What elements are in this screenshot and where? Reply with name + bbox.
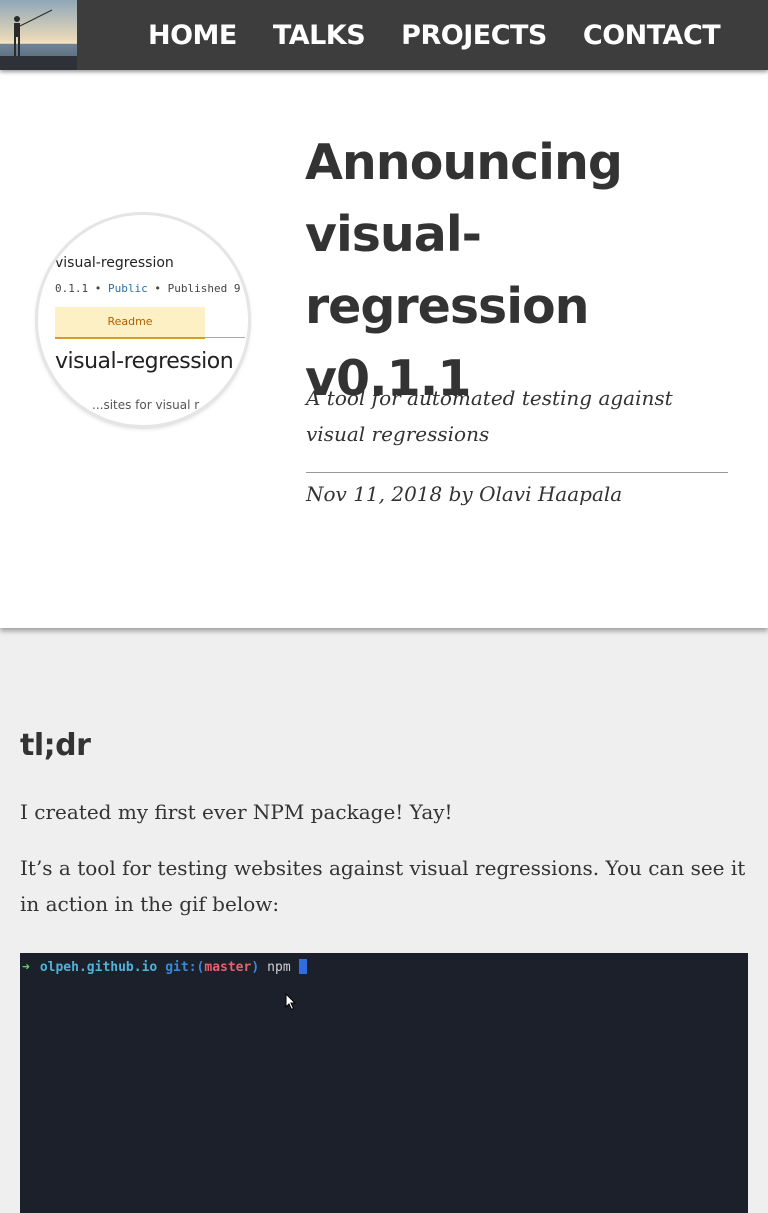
section-heading-tldr: tl;dr (20, 728, 91, 763)
header-divider (306, 472, 728, 473)
paragraph: I created my first ever NPM package! Yay… (20, 800, 453, 824)
post-meta: Nov 11, 2018 by Olavi Haapala (306, 482, 623, 506)
thumbnail-heading: visual-regression (55, 349, 234, 374)
nav-contact-link[interactable]: CONTACT (565, 20, 738, 51)
mouse-pointer-icon (285, 993, 297, 1011)
post-thumbnail-image: visual-regression 0.1.1 • Public • Publi… (38, 215, 248, 425)
thumbnail-readme-tab: Readme (55, 307, 205, 339)
nav-home-link[interactable]: HOME (130, 20, 255, 51)
thumbnail-fragment: ...sites for visual r (92, 398, 200, 412)
nav-talks-link[interactable]: TALKS (255, 20, 383, 51)
post-header: visual-regression 0.1.1 • Public • Publi… (0, 70, 768, 628)
post-subtitle: A tool for automated testing against vis… (306, 386, 673, 446)
top-navigation-bar: HOME TALKS PROJECTS CONTACT (0, 0, 768, 70)
post-title: Announcing visual-regression v0.1.1 (305, 134, 623, 407)
site-logo-image[interactable] (0, 0, 77, 70)
nav-links: HOME TALKS PROJECTS CONTACT (130, 0, 738, 70)
prompt-arrow-icon: ➜ (22, 960, 30, 975)
nav-projects-link[interactable]: PROJECTS (383, 20, 565, 51)
terminal-prompt-line: ➜ olpeh.github.io git:(master) npm (20, 959, 307, 975)
thumbnail-package-name: visual-regression (55, 255, 174, 271)
thumbnail-version-line: 0.1.1 • Public • Published 9 h (55, 282, 248, 295)
terminal-branch: master (204, 960, 252, 975)
terminal-git-prefix: git:( (165, 960, 205, 975)
terminal-demo-gif: ➜ olpeh.github.io git:(master) npm (20, 953, 748, 1213)
terminal-command: npm (267, 960, 291, 975)
terminal-host: olpeh.github.io (39, 960, 158, 975)
thumbnail-divider (205, 337, 245, 338)
terminal-git-suffix: ) (251, 960, 260, 975)
terminal-cursor (298, 959, 307, 974)
paragraph: It’s a tool for testing websites against… (20, 856, 746, 916)
